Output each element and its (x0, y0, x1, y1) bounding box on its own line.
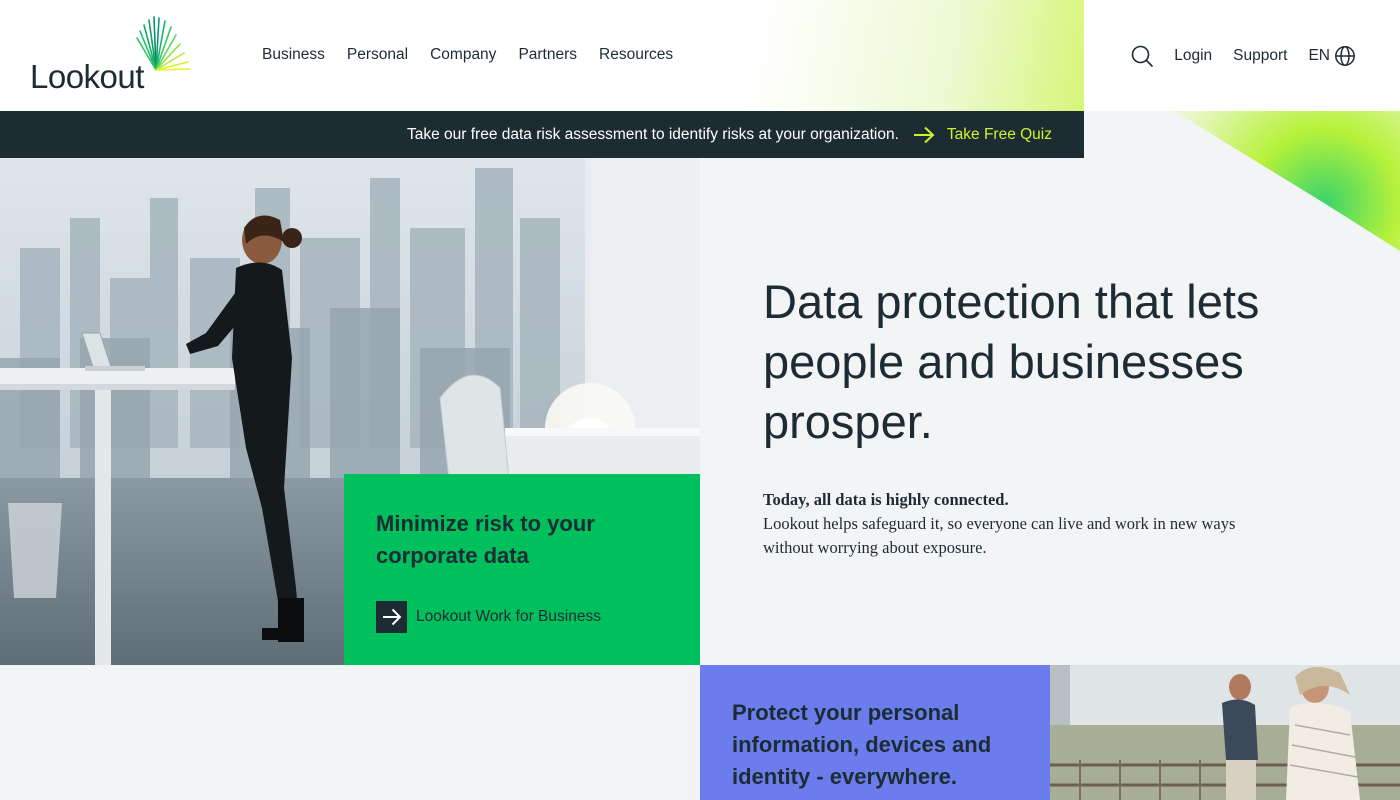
logo-fan-icon (136, 16, 191, 71)
promo-banner: Take our free data risk assessment to id… (0, 111, 1084, 158)
hero-text-block: Data protection that lets people and bus… (763, 272, 1323, 560)
hero-body: Today, all data is highly connected. Loo… (763, 488, 1283, 560)
hero-heading: Data protection that lets people and bus… (763, 275, 1260, 448)
banner-text: Take our free data risk assessment to id… (406, 125, 899, 143)
business-card: Minimize risk to your corporate data Loo… (344, 474, 700, 665)
nav-item-resources[interactable]: Resources (599, 46, 673, 64)
login-link[interactable]: Login (1174, 47, 1212, 65)
lookout-logo[interactable]: Lookout (30, 14, 195, 98)
logo-wordmark: Lookout (30, 58, 144, 95)
language-selector[interactable]: EN (1308, 45, 1356, 67)
business-cta-label: Lookout Work for Business (416, 608, 601, 625)
support-link[interactable]: Support (1233, 47, 1287, 65)
utility-nav: Login Support EN (1130, 44, 1356, 68)
cyclists-photo (1050, 665, 1400, 800)
globe-icon (1335, 46, 1355, 66)
personal-card-title: Protect your personal information, devic… (732, 700, 992, 789)
take-free-quiz-link[interactable]: Take Free Quiz (947, 126, 1052, 144)
hero-body-text: Lookout helps safeguard it, so everyone … (763, 514, 1236, 557)
arrow-right-icon (382, 608, 401, 626)
lookout-work-for-business-link[interactable]: Lookout Work for Business (376, 601, 601, 633)
nav-item-partners[interactable]: Partners (518, 46, 577, 64)
site-header: Lookout Business Personal Company Partne… (0, 0, 1400, 111)
hero-body-lead: Today, all data is highly connected. (763, 490, 1009, 509)
header-gradient-decoration (700, 0, 1084, 111)
main-nav: Business Personal Company Partners Resou… (262, 46, 673, 64)
language-label: EN (1308, 47, 1330, 64)
corner-gradient-decoration (1084, 111, 1400, 271)
cta-arrow-box (376, 601, 407, 633)
business-card-title: Minimize risk to your corporate data (376, 511, 595, 568)
nav-item-company[interactable]: Company (430, 46, 496, 64)
arrow-right-icon (913, 126, 935, 143)
search-icon[interactable] (1130, 44, 1154, 68)
nav-item-business[interactable]: Business (262, 46, 325, 64)
personal-card: Protect your personal information, devic… (700, 665, 1050, 800)
cyclists-illustration (1050, 665, 1400, 800)
nav-item-personal[interactable]: Personal (347, 46, 408, 64)
